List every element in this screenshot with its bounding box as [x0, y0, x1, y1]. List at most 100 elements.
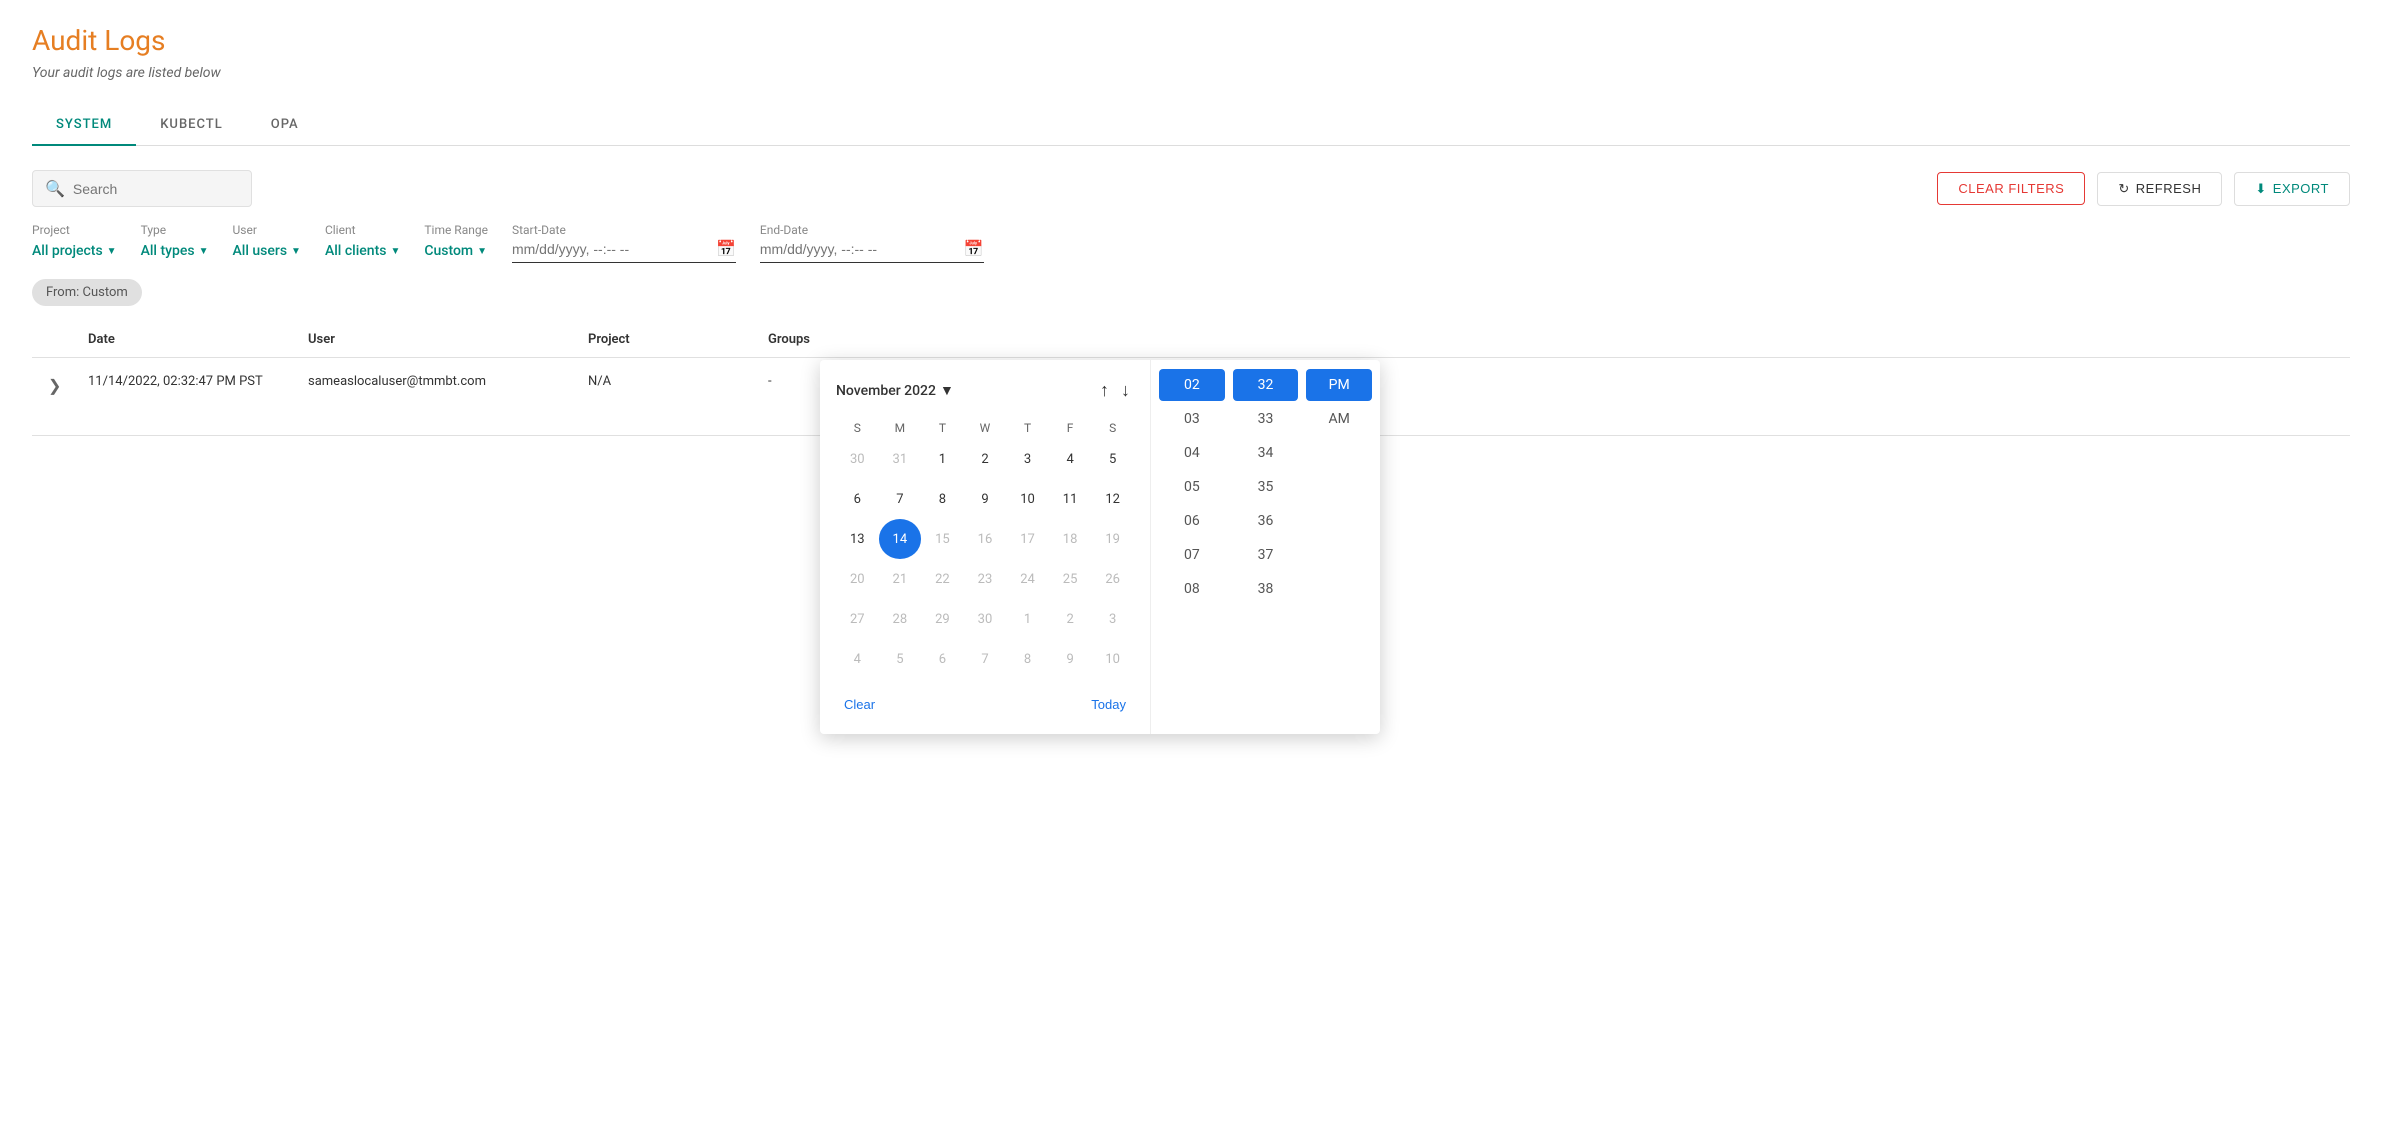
cal-day-cell[interactable]: 3 [1006, 439, 1049, 479]
cal-day-cell[interactable]: 21 [879, 559, 922, 599]
cal-day-cell[interactable]: 4 [836, 639, 879, 679]
cal-day-cell[interactable]: 4 [1049, 439, 1092, 479]
tab-kubectl[interactable]: KUBECTL [136, 105, 247, 146]
cal-day-cell[interactable]: 6 [836, 479, 879, 519]
minute-item[interactable]: 32 [1233, 369, 1299, 401]
cal-day-cell[interactable]: 14 [879, 519, 922, 559]
period-item[interactable]: PM [1306, 369, 1372, 401]
hour-item[interactable]: 08 [1159, 573, 1225, 605]
end-date-wrapper: 📅 [760, 239, 984, 263]
user-label: User [232, 223, 300, 237]
cal-today-button[interactable]: Today [1083, 691, 1134, 718]
cal-day-cell[interactable]: 25 [1049, 559, 1092, 599]
cal-day-cell[interactable]: 5 [879, 639, 922, 679]
cal-day-cell[interactable]: 11 [1049, 479, 1092, 519]
cal-day-cell[interactable]: 30 [964, 599, 1007, 639]
cal-day-cell[interactable]: 5 [1091, 439, 1134, 479]
cal-day-cell[interactable]: 24 [1006, 559, 1049, 599]
hour-item[interactable]: 05 [1159, 471, 1225, 503]
cal-day-cell[interactable]: 15 [921, 519, 964, 559]
clear-filters-button[interactable]: CLEAR FILTERS [1937, 172, 2085, 205]
hour-item[interactable]: 02 [1159, 369, 1225, 401]
cal-day-cell[interactable]: 2 [1049, 599, 1092, 639]
cal-day-cell[interactable]: 8 [921, 479, 964, 519]
minute-item[interactable]: 33 [1233, 403, 1299, 435]
end-date-calendar-icon[interactable]: 📅 [964, 239, 984, 258]
cal-day-cell[interactable]: 2 [964, 439, 1007, 479]
end-date-input[interactable] [760, 241, 960, 257]
col-project: Project [588, 332, 768, 347]
cal-next-button[interactable]: ↓ [1117, 376, 1134, 405]
cal-day-cell[interactable]: 13 [836, 519, 879, 559]
cal-day-cell[interactable]: 12 [1091, 479, 1134, 519]
minute-item[interactable]: 35 [1233, 471, 1299, 503]
cal-day-cell[interactable]: 19 [1091, 519, 1134, 559]
project-select[interactable]: All projects ▼ [32, 239, 117, 263]
cal-day-cell[interactable]: 23 [964, 559, 1007, 599]
minute-item[interactable]: 37 [1233, 539, 1299, 571]
hours-column: 02030405060708 [1159, 368, 1225, 726]
cal-day-cell[interactable]: 9 [1049, 639, 1092, 679]
cal-day-cell[interactable]: 17 [1006, 519, 1049, 559]
cal-day-cell[interactable]: 9 [964, 479, 1007, 519]
tab-opa[interactable]: OPA [247, 105, 323, 146]
tab-system[interactable]: SYSTEM [32, 105, 136, 146]
cal-day-cell[interactable]: 7 [964, 639, 1007, 679]
cal-day-cell[interactable]: 7 [879, 479, 922, 519]
cal-clear-button[interactable]: Clear [836, 691, 883, 718]
period-item[interactable]: AM [1306, 403, 1372, 435]
type-select[interactable]: All types ▼ [141, 239, 209, 263]
cal-day-cell[interactable]: 10 [1091, 639, 1134, 679]
cal-day-cell[interactable]: 1 [1006, 599, 1049, 639]
page-container: Audit Logs Your audit logs are listed be… [0, 0, 2382, 1140]
cal-month-dropdown-icon: ▼ [940, 382, 954, 399]
hour-item[interactable]: 03 [1159, 403, 1225, 435]
export-button[interactable]: ⬇ EXPORT [2234, 172, 2350, 206]
type-arrow-icon: ▼ [199, 246, 209, 257]
row-expand-icon[interactable]: ❯ [48, 374, 88, 395]
cal-day-cell[interactable]: 6 [921, 639, 964, 679]
cal-day-cell[interactable]: 8 [1006, 639, 1049, 679]
cal-day-cell[interactable]: 18 [1049, 519, 1092, 559]
hour-item[interactable]: 06 [1159, 505, 1225, 537]
cal-day-cell[interactable]: 16 [964, 519, 1007, 559]
start-date-label: Start-Date [512, 223, 736, 237]
cal-day-cell[interactable]: 28 [879, 599, 922, 639]
start-date-group: Start-Date 📅 [512, 223, 736, 263]
start-date-input[interactable] [512, 241, 712, 257]
cal-day-cell[interactable]: 10 [1006, 479, 1049, 519]
cal-day-cell[interactable]: 3 [1091, 599, 1134, 639]
cal-day-cell[interactable]: 20 [836, 559, 879, 599]
cal-day-header: T [921, 417, 964, 439]
minute-item[interactable]: 36 [1233, 505, 1299, 537]
client-arrow-icon: ▼ [390, 246, 400, 257]
cal-day-cell[interactable]: 31 [879, 439, 922, 479]
minute-item[interactable]: 34 [1233, 437, 1299, 469]
start-date-calendar-icon[interactable]: 📅 [716, 239, 736, 258]
time-picker: 02030405060708 32333435363738 PMAM [1150, 360, 1380, 734]
from-badge: From: Custom [32, 279, 142, 306]
search-input[interactable] [73, 181, 239, 197]
refresh-button[interactable]: ↻ REFRESH [2097, 172, 2222, 206]
cal-month-year[interactable]: November 2022 ▼ [836, 382, 954, 399]
cal-day-cell[interactable]: 27 [836, 599, 879, 639]
cal-day-cell[interactable]: 30 [836, 439, 879, 479]
page-subtitle: Your audit logs are listed below [32, 65, 2350, 81]
client-select[interactable]: All clients ▼ [325, 239, 400, 263]
search-icon: 🔍 [45, 179, 65, 198]
time-range-arrow-icon: ▼ [477, 246, 487, 257]
time-range-select[interactable]: Custom ▼ [424, 239, 488, 263]
cal-day-cell[interactable]: 22 [921, 559, 964, 599]
cal-day-cell[interactable]: 29 [921, 599, 964, 639]
minute-item[interactable]: 38 [1233, 573, 1299, 605]
project-arrow-icon: ▼ [107, 246, 117, 257]
user-select[interactable]: All users ▼ [232, 239, 300, 263]
hour-item[interactable]: 07 [1159, 539, 1225, 571]
tabs-bar: SYSTEM KUBECTL OPA [32, 105, 2350, 146]
hour-item[interactable]: 04 [1159, 437, 1225, 469]
cal-day-cell[interactable]: 26 [1091, 559, 1134, 599]
end-date-label: End-Date [760, 223, 984, 237]
cal-prev-button[interactable]: ↑ [1096, 376, 1113, 405]
col-user: User [308, 332, 588, 347]
cal-day-cell[interactable]: 1 [921, 439, 964, 479]
